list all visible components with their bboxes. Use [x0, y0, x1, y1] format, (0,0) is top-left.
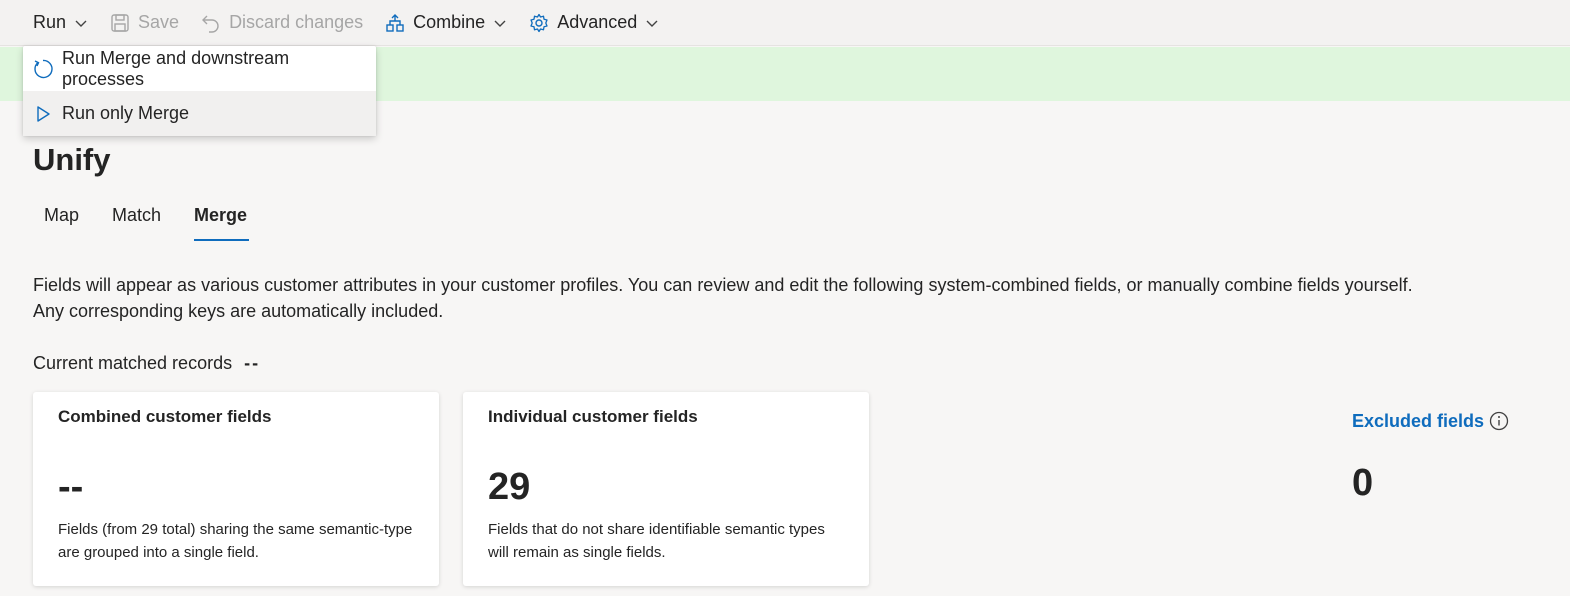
play-icon — [32, 103, 54, 125]
matched-records-label: Current matched records — [33, 353, 233, 373]
chevron-down-icon — [646, 20, 658, 27]
undo-icon — [202, 15, 219, 33]
save-button[interactable]: Save — [110, 5, 179, 41]
refresh-icon — [32, 58, 54, 80]
menu-item-run-only-merge[interactable]: Run only Merge — [23, 91, 376, 136]
card-value: 29 — [488, 466, 531, 508]
tab-match[interactable]: Match — [112, 205, 161, 241]
card-title: Individual customer fields — [488, 407, 698, 426]
menu-item-label: Run Merge and downstream processes — [62, 47, 290, 89]
save-icon — [111, 13, 129, 32]
info-icon[interactable] — [1489, 411, 1509, 431]
menu-item-label: Run only Merge — [62, 103, 190, 123]
run-button[interactable]: Run — [33, 5, 88, 41]
individual-fields-card: Individual customer fields 29 Fields tha… — [463, 392, 869, 586]
tab-map[interactable]: Map — [44, 205, 79, 241]
tab-merge[interactable]: Merge — [194, 205, 250, 241]
card-value: -- — [58, 466, 84, 508]
discard-changes-button[interactable]: Discard changes — [201, 5, 363, 41]
advanced-label: Advanced — [557, 12, 638, 32]
card-title: Combined customer fields — [58, 407, 272, 426]
combine-icon — [386, 13, 404, 32]
run-label: Run — [33, 12, 67, 32]
chevron-down-icon — [494, 20, 506, 27]
advanced-button[interactable]: Advanced — [529, 5, 659, 41]
tab-list: Map Match Merge — [44, 205, 280, 241]
matched-records: Current matched records -- — [33, 353, 260, 374]
gear-icon — [530, 13, 548, 32]
menu-item-run-merge-downstream[interactable]: Run Merge and downstream processes — [23, 46, 376, 91]
run-dropdown-menu: Run Merge and downstream processes Run o… — [23, 46, 376, 136]
card-description: Fields that do not share identifiable se… — [488, 521, 825, 561]
combine-button[interactable]: Combine — [385, 5, 507, 41]
card-description: Fields (from 29 total) sharing the same … — [58, 521, 413, 561]
matched-records-value: -- — [244, 353, 261, 373]
command-bar: Run Save Discard changes Combine Advance… — [0, 0, 1570, 46]
excluded-fields-link[interactable]: Excluded fields — [1352, 411, 1484, 432]
combine-label: Combine — [413, 12, 486, 32]
page-description: Fields will appear as various customer a… — [33, 275, 1413, 321]
combined-fields-card: Combined customer fields -- Fields (from… — [33, 392, 439, 586]
save-label: Save — [138, 12, 180, 32]
discard-label: Discard changes — [229, 12, 364, 32]
excluded-fields-value: 0 — [1352, 462, 1374, 504]
chevron-down-icon — [75, 20, 87, 27]
page-title: Unify — [33, 142, 111, 177]
